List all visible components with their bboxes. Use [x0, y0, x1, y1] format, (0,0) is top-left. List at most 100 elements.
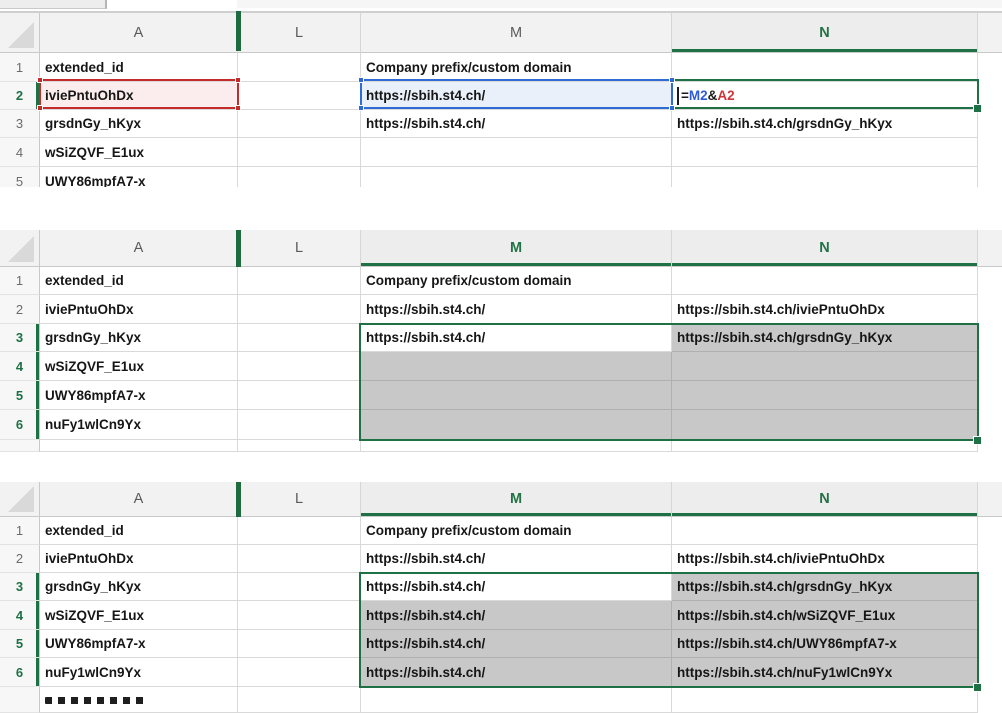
row-header-3[interactable]: 3 [0, 573, 40, 601]
cell-M6[interactable]: https://sbih.st4.ch/ [361, 658, 672, 687]
cell-A5[interactable]: UWY86mpfA7-x [40, 381, 238, 410]
cell-N4[interactable] [672, 138, 978, 167]
select-all-corner[interactable] [0, 482, 40, 517]
column-header-N[interactable]: N [672, 13, 978, 53]
cell-L3[interactable] [238, 110, 361, 138]
row-header-6[interactable]: 6 [0, 658, 40, 687]
hidden-columns-indicator[interactable] [236, 230, 241, 267]
cell-L4[interactable] [238, 601, 361, 630]
row-header-5[interactable]: 5 [0, 381, 40, 410]
cell-M5[interactable] [361, 167, 672, 187]
cell-L4[interactable] [238, 352, 361, 381]
cell-L3[interactable] [238, 573, 361, 601]
select-all-corner[interactable] [0, 230, 40, 267]
row-header-1[interactable]: 1 [0, 517, 40, 545]
column-header-M[interactable]: M [361, 482, 672, 517]
cell-M5[interactable]: https://sbih.st4.ch/ [361, 630, 672, 658]
cell-M4[interactable]: https://sbih.st4.ch/ [361, 601, 672, 630]
cell-N6[interactable] [672, 410, 978, 440]
ref-handle[interactable] [37, 105, 43, 111]
column-header-L[interactable]: L [238, 230, 361, 267]
cell-N1[interactable] [672, 517, 978, 545]
ref-handle[interactable] [358, 105, 364, 111]
cell-N1[interactable] [672, 267, 978, 295]
cell-M5[interactable] [361, 381, 672, 410]
cell-A1[interactable]: extended_id [40, 517, 238, 545]
cell-A3[interactable]: grsdnGy_hKyx [40, 573, 238, 601]
cell-L5[interactable] [238, 381, 361, 410]
cell-N4[interactable] [672, 352, 978, 381]
cell-L2[interactable] [238, 295, 361, 324]
cell-M2[interactable]: https://sbih.st4.ch/ [361, 295, 672, 324]
cell-M1[interactable]: Company prefix/custom domain [361, 267, 672, 295]
cell-A1[interactable]: extended_id [40, 267, 238, 295]
cell-A3[interactable]: grsdnGy_hKyx [40, 110, 238, 138]
cell-A1[interactable]: extended_id [40, 53, 238, 82]
column-header-L[interactable]: L [238, 13, 361, 53]
row-header-6[interactable]: 6 [0, 410, 40, 440]
cell-N3[interactable]: https://sbih.st4.ch/grsdnGy_hKyx [672, 110, 978, 138]
cell-M3-active[interactable]: https://sbih.st4.ch/ [361, 573, 672, 601]
row-header-4[interactable]: 4 [0, 138, 40, 167]
cell-N1[interactable] [672, 53, 978, 82]
cell-M6[interactable] [361, 410, 672, 440]
cell-A4[interactable]: wSiZQVF_E1ux [40, 138, 238, 167]
cell-L1[interactable] [238, 53, 361, 82]
cell-M1[interactable]: Company prefix/custom domain [361, 517, 672, 545]
cell-L2[interactable] [238, 82, 361, 110]
column-header-L[interactable]: L [238, 482, 361, 517]
cell-A4[interactable]: wSiZQVF_E1ux [40, 352, 238, 381]
cell-L6[interactable] [238, 410, 361, 440]
formula-reference-box-M2[interactable] [360, 79, 673, 109]
ref-handle[interactable] [37, 77, 43, 83]
cell-M4[interactable] [361, 138, 672, 167]
cell-N6[interactable]: https://sbih.st4.ch/nuFy1wlCn9Yx [672, 658, 978, 687]
fill-handle[interactable] [973, 104, 982, 113]
select-all-corner[interactable] [0, 13, 40, 53]
fill-handle[interactable] [973, 436, 982, 445]
ref-handle[interactable] [235, 77, 241, 83]
cell-L2[interactable] [238, 545, 361, 573]
cell-N3[interactable]: https://sbih.st4.ch/grsdnGy_hKyx [672, 573, 978, 601]
cell-A5[interactable]: UWY86mpfA7-x [40, 630, 238, 658]
hidden-columns-indicator[interactable] [236, 482, 241, 517]
ref-handle[interactable] [669, 77, 675, 83]
cell-L1[interactable] [238, 517, 361, 545]
cell-N5[interactable] [672, 381, 978, 410]
row-header-2[interactable]: 2 [0, 295, 40, 324]
cell-M2[interactable]: https://sbih.st4.ch/ [361, 545, 672, 573]
cell-A3[interactable]: grsdnGy_hKyx [40, 324, 238, 352]
row-header-1[interactable]: 1 [0, 53, 40, 82]
row-header-3[interactable]: 3 [0, 324, 40, 352]
cell-N4[interactable]: https://sbih.st4.ch/wSiZQVF_E1ux [672, 601, 978, 630]
column-header-N[interactable]: N [672, 482, 978, 517]
cell-M1[interactable]: Company prefix/custom domain [361, 53, 672, 82]
cell-L5[interactable] [238, 167, 361, 187]
column-header-M[interactable]: M [361, 230, 672, 267]
cell-A6[interactable]: nuFy1wlCn9Yx [40, 658, 238, 687]
cell-A4[interactable]: wSiZQVF_E1ux [40, 601, 238, 630]
cell-L1[interactable] [238, 267, 361, 295]
ref-handle[interactable] [235, 105, 241, 111]
cell-A6[interactable]: nuFy1wlCn9Yx [40, 410, 238, 440]
cell-L6[interactable] [238, 658, 361, 687]
cell-L4[interactable] [238, 138, 361, 167]
cell-N3[interactable]: https://sbih.st4.ch/grsdnGy_hKyx [672, 324, 978, 352]
ref-handle[interactable] [358, 77, 364, 83]
cell-L5[interactable] [238, 630, 361, 658]
ref-handle[interactable] [669, 105, 675, 111]
cell-N2[interactable]: https://sbih.st4.ch/iviePntuOhDx [672, 295, 978, 324]
cell-A2[interactable]: iviePntuOhDx [40, 545, 238, 573]
row-header-3[interactable]: 3 [0, 110, 40, 138]
cell-N5-overflow[interactable]: https://sbih.st4.ch/UWY86mpfA7-x [672, 630, 978, 658]
cell-M3-active[interactable]: https://sbih.st4.ch/ [361, 324, 672, 352]
column-header-N[interactable]: N [672, 230, 978, 267]
fill-handle[interactable] [973, 683, 982, 692]
column-header-A[interactable]: A [40, 230, 238, 267]
cell-M3[interactable]: https://sbih.st4.ch/ [361, 110, 672, 138]
cell-M4[interactable] [361, 352, 672, 381]
row-header-4[interactable]: 4 [0, 601, 40, 630]
column-header-M[interactable]: M [361, 13, 672, 53]
row-header-1[interactable]: 1 [0, 267, 40, 295]
column-header-A[interactable]: A [40, 13, 238, 53]
